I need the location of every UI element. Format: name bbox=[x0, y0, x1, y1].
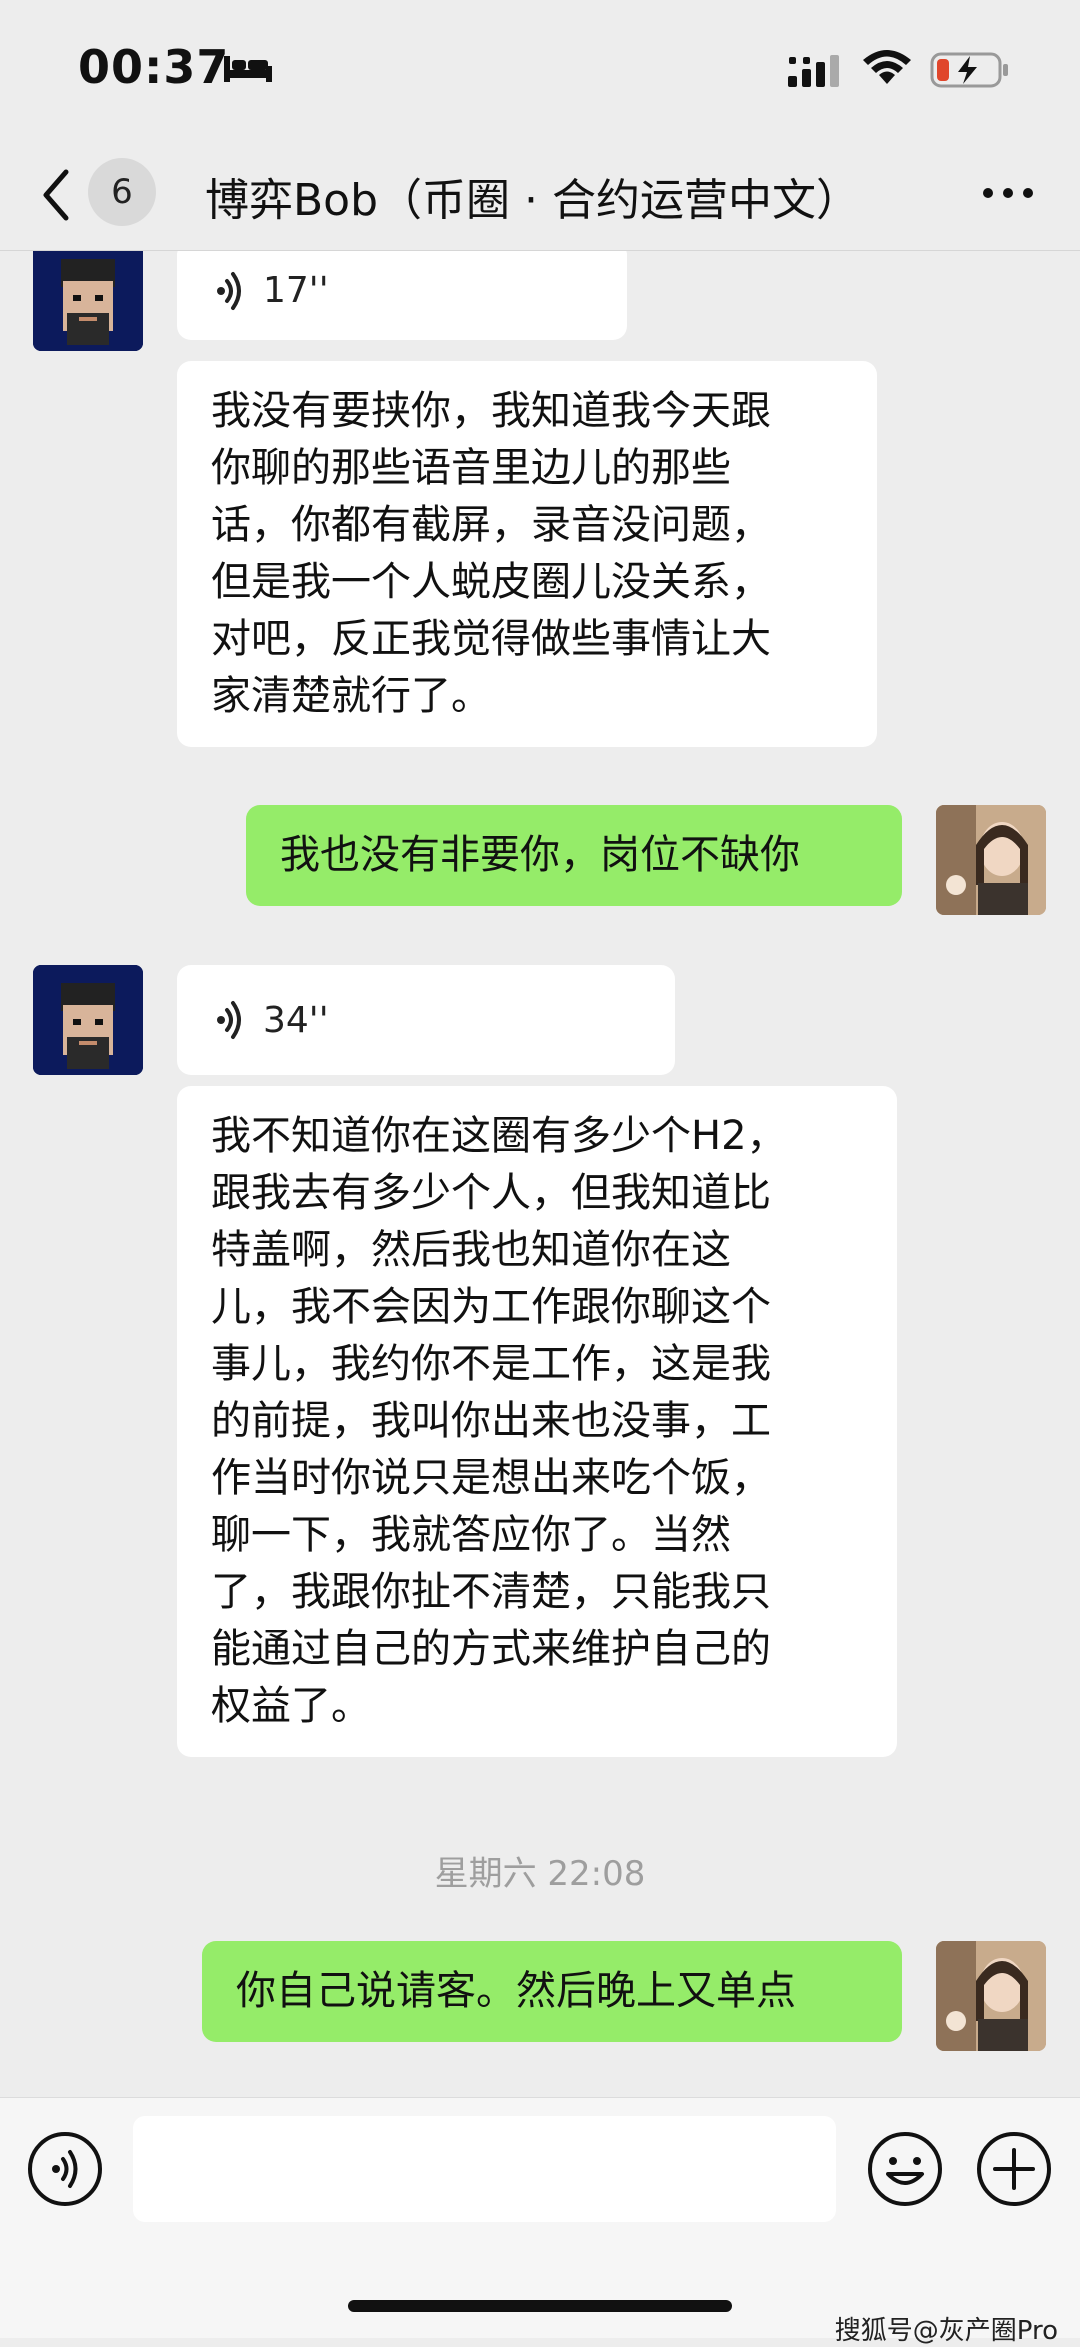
text-message-bubble[interactable]: 我不知道你在这圈有多少个H2， 跟我去有多少个人，但我知道比 特盖啊，然后我也知… bbox=[177, 1086, 897, 1757]
watermark: 搜狐号@灰产圈Pro bbox=[834, 2316, 1058, 2346]
message-line: 我没有要挟你，我知道我今天跟 bbox=[211, 388, 771, 434]
cellular-signal-icon bbox=[788, 55, 839, 87]
chevron-left-icon[interactable] bbox=[36, 160, 76, 230]
message-line: 能通过自己的方式来维护自己的 bbox=[211, 1626, 771, 1672]
more-dots-icon[interactable] bbox=[978, 168, 1038, 218]
message-line: 我不知道你在这圈有多少个H2， bbox=[211, 1113, 787, 1159]
text-message-bubble-self[interactable]: 你自己说请客。然后晚上又单点 bbox=[202, 1941, 902, 2042]
message-line: 事儿，我约你不是工作，这是我 bbox=[211, 1341, 771, 1387]
message-line: 你自己说请客。然后晚上又单点 bbox=[236, 1968, 796, 2014]
my-avatar[interactable] bbox=[936, 1941, 1046, 2051]
message-line: 但是我一个人蜕皮圈儿没关系， bbox=[211, 559, 771, 605]
voice-message-bubble[interactable]: 17'' bbox=[177, 251, 627, 340]
message-line: 权益了。 bbox=[211, 1683, 371, 1729]
text-message-bubble-self[interactable]: 我也没有非要你，岗位不缺你 bbox=[246, 805, 902, 906]
voice-duration: 34'' bbox=[263, 999, 329, 1041]
battery-charging-icon bbox=[930, 52, 1008, 88]
chat-title: 博弈Bob（币圈 · 合约运营中文） bbox=[205, 175, 860, 226]
wifi-icon bbox=[863, 50, 911, 84]
unread-count-badge[interactable]: 6 bbox=[88, 158, 156, 226]
chat-header: 6 博弈Bob（币圈 · 合约运营中文） bbox=[0, 140, 1080, 251]
message-line: 跟我去有多少个人，但我知道比 bbox=[211, 1170, 771, 1216]
message-line: 话，你都有截屏，录音没问题， bbox=[211, 502, 771, 548]
message-line: 儿，我不会因为工作跟你聊这个 bbox=[211, 1284, 771, 1330]
message-line: 我也没有非要你，岗位不缺你 bbox=[280, 832, 800, 878]
voice-wave-icon bbox=[217, 271, 241, 310]
message-line: 了，我跟你扯不清楚，只能我只 bbox=[211, 1569, 771, 1615]
message-line: 家清楚就行了。 bbox=[211, 673, 491, 719]
status-time: 00:37 bbox=[78, 40, 230, 94]
message-line: 你聊的那些语音里边儿的那些 bbox=[211, 445, 731, 491]
message-line: 聊一下，我就答应你了。当然 bbox=[211, 1512, 731, 1558]
message-line: 特盖啊，然后我也知道你在这 bbox=[211, 1227, 731, 1273]
message-line: 的前提，我叫你出来也没事，工 bbox=[211, 1398, 771, 1444]
text-message-bubble[interactable]: 我没有要挟你，我知道我今天跟 你聊的那些语音里边儿的那些 话，你都有截屏，录音没… bbox=[177, 361, 877, 747]
message-input[interactable] bbox=[133, 2116, 836, 2222]
input-bar: 搜狐号@灰产圈Pro bbox=[0, 2097, 1080, 2346]
chat-timestamp: 星期六 22:08 bbox=[434, 1854, 646, 1894]
message-line: 对吧，反正我觉得做些事情让大 bbox=[211, 616, 771, 662]
status-bar: 00:37 bbox=[0, 0, 1080, 140]
message-line: 作当时你说只是想出来吃个饭， bbox=[211, 1455, 771, 1501]
voice-message-bubble[interactable]: 34'' bbox=[177, 965, 675, 1075]
add-icon[interactable] bbox=[975, 2130, 1053, 2208]
home-indicator[interactable] bbox=[348, 2300, 732, 2312]
message-list[interactable]: 17'' 我没有要挟你，我知道我今天跟 你聊的那些语音里边儿的那些 话，你都有截… bbox=[0, 251, 1080, 2096]
my-avatar[interactable] bbox=[936, 805, 1046, 915]
voice-duration: 17'' bbox=[263, 270, 329, 311]
voice-input-icon[interactable] bbox=[26, 2130, 104, 2208]
bed-icon bbox=[224, 56, 272, 82]
emoji-icon[interactable] bbox=[866, 2130, 944, 2208]
voice-wave-icon bbox=[217, 1001, 241, 1039]
contact-avatar[interactable] bbox=[33, 965, 143, 1075]
contact-avatar[interactable] bbox=[33, 251, 143, 351]
